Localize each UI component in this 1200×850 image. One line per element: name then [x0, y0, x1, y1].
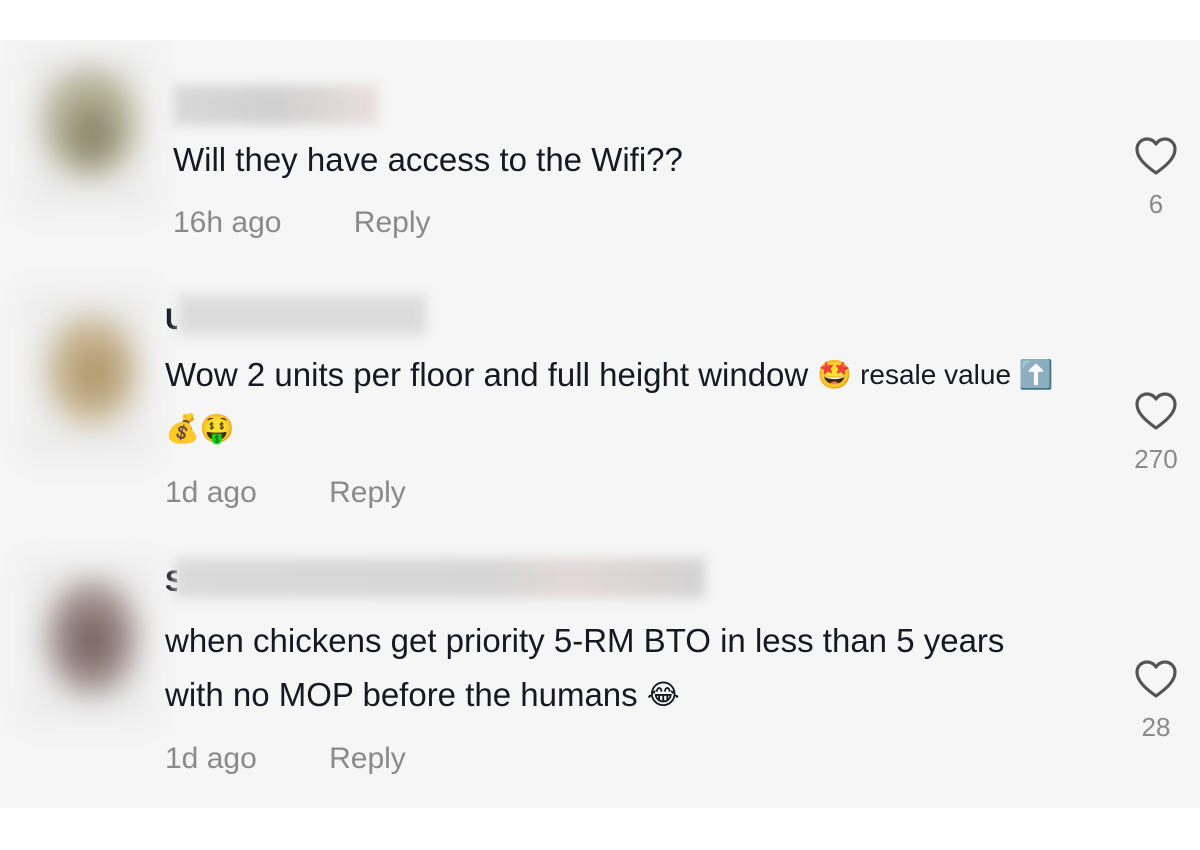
- avatar[interactable]: [22, 560, 154, 725]
- comment-time: 16h ago: [173, 206, 282, 239]
- comment-item: S when chickens get priority 5-RM BTO in…: [0, 550, 1200, 808]
- comment-body: when chickens get priority 5-RM BTO in l…: [165, 622, 1005, 713]
- heart-outline-icon: [1135, 137, 1177, 175]
- username[interactable]: [178, 295, 426, 335]
- comment-text: when chickens get priority 5-RM BTO in l…: [165, 614, 1045, 722]
- reply-button[interactable]: Reply: [354, 206, 431, 240]
- avatar[interactable]: [22, 48, 154, 213]
- reply-button[interactable]: Reply: [329, 742, 406, 776]
- comment-meta: 1d ago Reply: [165, 476, 406, 510]
- comment-body: Wow 2 units per floor and full height wi…: [165, 356, 809, 393]
- avatar[interactable]: [22, 290, 154, 460]
- like-button[interactable]: 6: [1118, 135, 1194, 220]
- comment-body: Will they have access to the Wifi??: [173, 141, 683, 178]
- like-count: 28: [1141, 712, 1171, 742]
- like-count: 270: [1134, 444, 1178, 474]
- comment-item: U Wow 2 units per floor and full height …: [0, 280, 1200, 550]
- like-button[interactable]: 28: [1118, 658, 1194, 743]
- reply-button[interactable]: Reply: [329, 476, 406, 510]
- like-count: 6: [1148, 189, 1164, 219]
- comments-panel: Will they have access to the Wifi?? 16h …: [0, 40, 1200, 808]
- comment-meta: 1d ago Reply: [165, 742, 406, 776]
- comment-text: Will they have access to the Wifi??: [173, 133, 1073, 187]
- comment-time: 1d ago: [165, 476, 257, 509]
- username[interactable]: [173, 85, 378, 125]
- comment-meta: 16h ago Reply: [173, 206, 431, 240]
- comment-emojis: 😂: [646, 679, 680, 710]
- username-initial[interactable]: U: [165, 300, 177, 340]
- username[interactable]: [175, 558, 705, 598]
- comment-text: Wow 2 units per floor and full height wi…: [165, 348, 1065, 456]
- comment-time: 1d ago: [165, 742, 257, 775]
- heart-outline-icon: [1135, 392, 1177, 430]
- comment-item: Will they have access to the Wifi?? 16h …: [0, 40, 1200, 280]
- like-button[interactable]: 270: [1118, 390, 1194, 475]
- heart-outline-icon: [1135, 660, 1177, 698]
